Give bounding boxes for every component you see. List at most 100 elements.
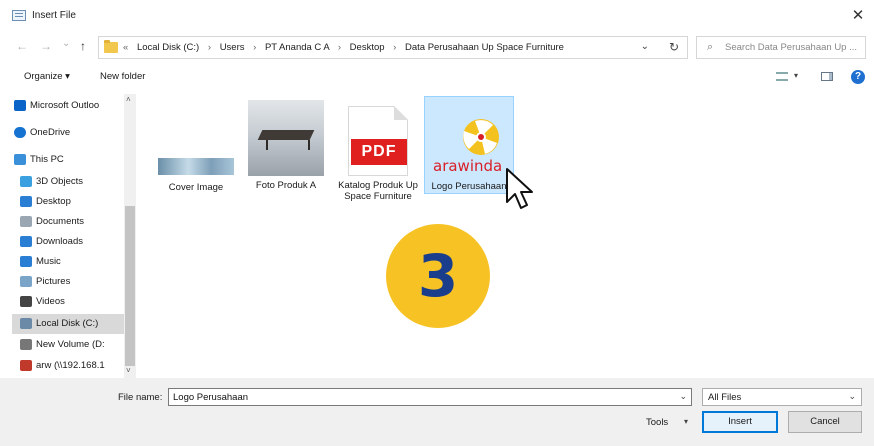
breadcrumb-item-data-perusahaan[interactable]: Data Perusahaan Up Space Furniture (405, 42, 564, 53)
file-name-input[interactable]: Logo Perusahaan ⌄ (168, 388, 692, 406)
documents-icon (20, 216, 32, 227)
sidebar-item-desktop[interactable]: Desktop (12, 192, 124, 212)
sidebar-item-label: New Volume (D: (36, 339, 105, 350)
insert-button[interactable]: Insert (702, 411, 778, 433)
music-icon (20, 256, 32, 267)
command-toolbar: Organize ▾ New folder ▾ ? (0, 64, 874, 90)
new-folder-button[interactable]: New folder (100, 71, 145, 82)
file-item-foto-produk-a[interactable]: Foto Produk A (244, 100, 328, 200)
file-name: Logo Perusahaan (431, 181, 507, 192)
preview-pane-icon[interactable] (821, 72, 833, 81)
sidebar-item-documents[interactable]: Documents (12, 212, 124, 232)
breadcrumb-item-desktop[interactable]: Desktop (350, 42, 385, 53)
3d-objects-icon (20, 176, 32, 187)
drive-icon (20, 339, 32, 350)
pdf-file-icon: PDF (348, 106, 408, 176)
file-item-katalog-produk[interactable]: PDF Katalog Produk Up Space Furniture (338, 100, 418, 218)
sidebar-item-music[interactable]: Music (12, 252, 124, 272)
view-options-dropdown[interactable]: ▾ (794, 71, 798, 80)
videos-icon (20, 296, 32, 307)
sidebar-item-3d-objects[interactable]: 3D Objects (12, 172, 124, 192)
back-button[interactable]: ← (16, 39, 28, 53)
file-dialog-footer: File name: Logo Perusahaan ⌄ All Files ⌄… (0, 378, 874, 446)
breadcrumb-item-users[interactable]: Users (220, 42, 245, 53)
folder-icon (104, 40, 118, 53)
address-bar[interactable]: « Local Disk (C:) › Users › PT Ananda C … (98, 36, 688, 59)
sidebar-item-videos[interactable]: Videos (12, 292, 124, 312)
file-name: Foto Produk A (255, 180, 317, 191)
tools-button[interactable]: Tools (646, 417, 668, 428)
tools-dropdown-icon[interactable]: ▾ (684, 417, 688, 426)
sidebar-item-pictures[interactable]: Pictures (12, 272, 124, 292)
file-item-logo-perusahaan[interactable]: arawinda Logo Perusahaan (424, 96, 514, 194)
refresh-icon[interactable]: ↻ (669, 40, 679, 54)
recent-locations-button[interactable]: ⌄ (62, 38, 70, 49)
window-title: Insert File (32, 10, 76, 21)
search-icon: ⌕ (707, 41, 714, 53)
insert-file-icon (12, 10, 26, 21)
local-disk-icon (20, 318, 32, 329)
sidebar-item-downloads[interactable]: Downloads (12, 232, 124, 252)
scroll-up-arrow[interactable]: ˄ (126, 95, 131, 104)
file-name-value[interactable]: Logo Perusahaan (173, 392, 248, 403)
sidebar-item-label: Pictures (36, 276, 71, 287)
organize-button[interactable]: Organize ▾ (24, 71, 70, 82)
view-options-icon[interactable] (776, 72, 788, 81)
help-icon[interactable]: ? (851, 70, 865, 84)
brand-wordmark: arawinda (433, 157, 503, 175)
sidebar-item-label: Videos (36, 296, 65, 307)
network-drive-icon (20, 360, 32, 371)
foto-produk-thumbnail (248, 100, 324, 176)
pictures-icon (20, 276, 32, 287)
search-box[interactable]: ⌕ Search Data Perusahaan Up ... (696, 36, 866, 59)
scrollbar-thumb[interactable] (125, 206, 135, 366)
file-name-label: File name: (118, 392, 163, 403)
up-button[interactable]: ↑ (80, 39, 86, 53)
downloads-icon (20, 236, 32, 247)
sidebar-item-label: Local Disk (C:) (36, 318, 99, 329)
file-item-cover-image[interactable]: Cover Image (156, 158, 236, 202)
sidebar-item-onedrive[interactable]: OneDrive (12, 123, 124, 143)
sidebar-item-label: Documents (36, 216, 85, 227)
breadcrumb-item-local-disk[interactable]: Local Disk (C:) (137, 42, 199, 53)
pdf-badge: PDF (351, 139, 407, 165)
navigation-bar: ← → ⌄ ↑ « Local Disk (C:) › Users › PT A… (0, 32, 874, 62)
mouse-pointer-icon (506, 168, 533, 209)
step-number-badge: 3 (386, 224, 490, 328)
file-type-select[interactable]: All Files ⌄ (702, 388, 862, 406)
sidebar-item-network-drive[interactable]: arw (\\192.168.1 (12, 356, 124, 376)
sidebar-item-drive[interactable]: New Volume (D: (12, 335, 124, 355)
breadcrumb-overflow[interactable]: « (123, 42, 128, 53)
breadcrumb-separator[interactable]: › (338, 42, 341, 53)
breadcrumb-item-pt-ananda[interactable]: PT Ananda C A (265, 42, 329, 53)
cancel-button[interactable]: Cancel (788, 411, 862, 433)
sidebar-item-label: Microsoft Outloo (30, 100, 100, 111)
scroll-down-arrow[interactable]: ˅ (126, 366, 131, 375)
sidebar-item-label: 3D Objects (36, 176, 83, 187)
sidebar-item-pc[interactable]: This PC (12, 150, 124, 170)
chevron-down-icon[interactable]: ⌄ (679, 391, 687, 402)
sidebar-item-local-disk[interactable]: Local Disk (C:) (12, 314, 124, 334)
desktop-icon (20, 196, 32, 207)
sidebar-item-label: This PC (30, 154, 64, 165)
forward-button[interactable]: → (40, 39, 52, 53)
file-list: Cover Image Foto Produk A PDF Katalog Pr… (140, 94, 874, 378)
breadcrumb-separator[interactable]: › (253, 42, 256, 53)
close-button[interactable]: ✕ (848, 6, 868, 26)
outlook-icon (14, 100, 26, 111)
onedrive-icon (14, 127, 26, 138)
chevron-down-icon[interactable]: ⌄ (848, 391, 856, 402)
sidebar-scrollbar[interactable]: ˄ ˅ (124, 94, 136, 378)
chevron-down-icon[interactable]: ⌄ (641, 41, 649, 52)
sidebar-item-label: OneDrive (30, 127, 71, 138)
sidebar-item-label: Downloads (36, 236, 83, 247)
file-type-value: All Files (708, 392, 742, 403)
sidebar-item-outlook[interactable]: Microsoft Outloo (12, 96, 124, 116)
navigation-pane: Microsoft Outloo OneDrive This PC 3D Object… (12, 94, 136, 378)
sidebar-item-label: arw (\\192.168.1 (36, 360, 105, 371)
title-bar: Insert File ✕ (0, 0, 874, 32)
logo-thumbnail: arawinda (431, 101, 509, 177)
breadcrumb-separator[interactable]: › (208, 42, 211, 53)
file-name: Katalog Produk Up Space Furniture (338, 180, 418, 202)
breadcrumb-separator[interactable]: › (393, 42, 396, 53)
